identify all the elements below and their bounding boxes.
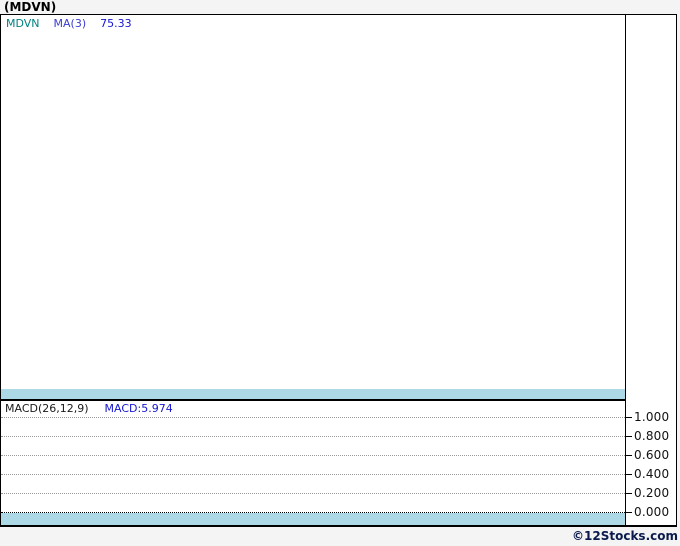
chart-frame: MDVN MA(3) 75.33 MACD(26,12,9) MACD:5.974 1… <box>0 14 677 527</box>
gridline-0600 <box>1 455 625 456</box>
y-tick: 1.000 <box>626 411 669 424</box>
y-tick-label: 0.800 <box>634 430 669 443</box>
y-tick: 0.000 <box>626 506 669 519</box>
gridline-0400 <box>1 474 625 475</box>
copyright: ©12Stocks.com <box>572 529 678 544</box>
tick-mark-icon <box>626 417 632 418</box>
page-title: (MDVN) <box>4 0 56 14</box>
y-tick: 0.600 <box>626 449 669 462</box>
price-panel: MDVN MA(3) 75.33 <box>1 15 625 399</box>
legend-ma-value: 75.33 <box>100 17 132 30</box>
y-tick-label: 0.000 <box>634 506 669 519</box>
tick-mark-icon <box>626 455 632 456</box>
price-legend: MDVN MA(3) 75.33 <box>6 17 132 30</box>
y-tick-label: 0.400 <box>634 468 669 481</box>
y-tick: 0.800 <box>626 430 669 443</box>
y-tick-label: 0.200 <box>634 487 669 500</box>
y-tick-label: 0.600 <box>634 449 669 462</box>
tick-mark-icon <box>626 474 632 475</box>
tick-mark-icon <box>626 436 632 437</box>
gridline-0800 <box>1 436 625 437</box>
macd-panel <box>1 401 625 525</box>
y-tick: 0.200 <box>626 487 669 500</box>
highlight-band-lower <box>1 513 625 525</box>
gridline-0200 <box>1 493 625 494</box>
stock-chart-page: (MDVN) MDVN MA(3) 75.33 MACD(26,12,9) MACD:… <box>0 0 680 546</box>
gridline-1000 <box>1 417 625 418</box>
y-tick-label: 1.000 <box>634 411 669 424</box>
y-tick: 0.400 <box>626 468 669 481</box>
macd-value: MACD:5.974 <box>105 402 173 415</box>
legend-ticker: MDVN <box>6 17 40 30</box>
macd-legend: MACD(26,12,9) MACD:5.974 <box>5 402 173 415</box>
highlight-band-upper <box>1 389 625 399</box>
legend-ma-label: MA(3) <box>54 17 87 30</box>
macd-label: MACD(26,12,9) <box>5 402 89 415</box>
tick-mark-icon <box>626 512 632 513</box>
tick-mark-icon <box>626 493 632 494</box>
